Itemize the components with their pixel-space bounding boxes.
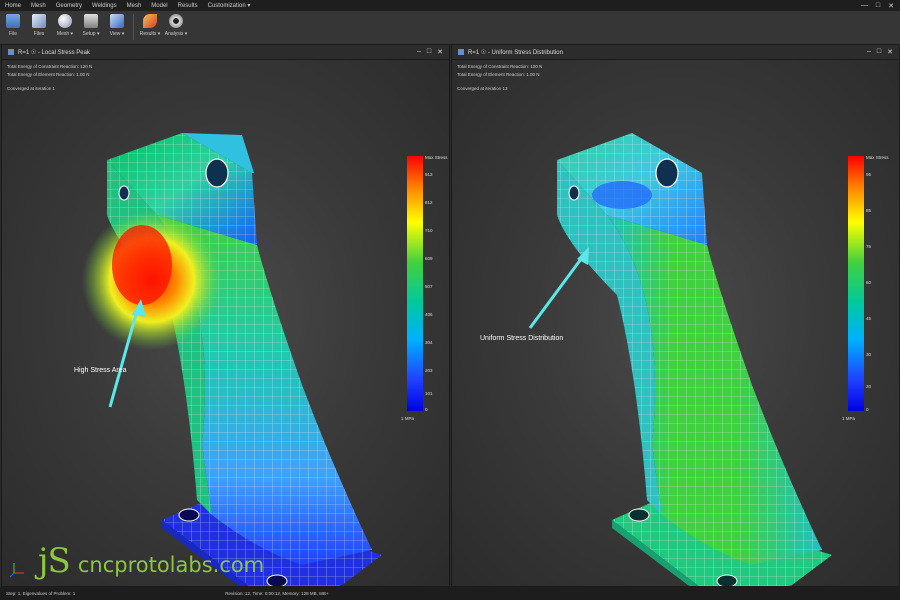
menu-customization[interactable]: Customization ▾ [203, 2, 256, 9]
cube-icon [32, 14, 46, 28]
legend-tick: 203 [425, 368, 433, 373]
legend-tick: 95 [866, 172, 872, 177]
setup-button[interactable]: Setup ▾ [78, 11, 104, 44]
analysis-button[interactable]: Analysis ▾ [163, 11, 189, 44]
watermark-js: jS [38, 541, 71, 581]
legend-tick: 609 [425, 256, 433, 261]
maximize-button[interactable]: □ [876, 2, 880, 10]
view-icon [110, 14, 124, 28]
menu-geometry[interactable]: Geometry [51, 3, 87, 9]
legend-tick: 710 [425, 228, 433, 233]
legend-color-bar [848, 156, 864, 411]
grid-icon [6, 14, 20, 28]
legend-tick: 304 [425, 340, 433, 345]
right-viewport[interactable]: R=1 ☉ - Uniform Stress Distribution – □ … [451, 44, 900, 587]
status-center: Revision: 12, Time: 0:00:12, Memory: 128… [225, 591, 329, 596]
legend-tick: 812 [425, 200, 433, 205]
legend-tick: 85 [866, 208, 872, 213]
status-left: Step: 1, Eigenvalues of Problem: 1 [6, 591, 76, 596]
sphere-icon [58, 14, 72, 28]
menu-mesh-2[interactable]: Mesh [122, 3, 147, 9]
watermark-logo: jS cncprotolabs.com [38, 541, 264, 581]
legend-tick: 20 [866, 384, 872, 389]
close-button[interactable]: ✕ [888, 2, 894, 10]
mesh-button[interactable]: Mesh ▾ [52, 11, 78, 44]
legend-unit: 1 MPa [842, 416, 856, 421]
legend-tick: 60 [866, 280, 872, 285]
file-button[interactable]: File [0, 11, 26, 44]
setup-icon [84, 14, 98, 28]
legend-tick: 406 [425, 312, 433, 317]
watermark-site: cncprotolabs.com [77, 553, 265, 577]
view-button[interactable]: View ▾ [104, 11, 130, 44]
menu-home[interactable]: Home [0, 3, 26, 9]
legend-tick: 0 [866, 407, 869, 412]
results-button[interactable]: Results ▾ [137, 11, 163, 44]
legend-tick: 913 [425, 172, 433, 177]
left-viewport[interactable]: R=1 ☉ - Local Stress Peak – □ ✕ Total En… [1, 44, 450, 587]
results-icon [143, 14, 157, 28]
legend-tick: 0 [425, 407, 428, 412]
legend-tick: 30 [866, 352, 872, 357]
minimize-button[interactable]: — [861, 2, 868, 10]
legend-tick: 75 [866, 244, 872, 249]
uniform-stress-callout: Uniform Stress Distribution [480, 335, 564, 342]
menu-weldings[interactable]: Weldings [87, 3, 122, 9]
legend-tick: 45 [866, 316, 872, 321]
ribbon-divider [133, 14, 134, 40]
gear-icon [169, 14, 183, 28]
status-bar: Step: 1, Eigenvalues of Problem: 1 Revis… [0, 587, 900, 600]
legend-tick: 507 [425, 284, 433, 289]
high-stress-callout: High Stress Area [74, 367, 127, 374]
legend-title: Max Stress [425, 155, 448, 160]
menu-model[interactable]: Model [146, 3, 172, 9]
ribbon-toolbar: File Files Mesh ▾ Setup ▾ View ▾ Results… [0, 11, 900, 45]
legend-unit: 1 MPa [401, 416, 415, 421]
legend-tick: 101 [425, 391, 433, 396]
menu-mesh[interactable]: Mesh [26, 3, 51, 9]
menu-results[interactable]: Results [173, 3, 203, 9]
legend-color-bar [407, 156, 423, 411]
legend-title: Max Stress [866, 155, 889, 160]
menu-bar: Home Mesh Geometry Weldings Mesh Model R… [0, 0, 900, 11]
left-stress-model[interactable] [2, 45, 449, 586]
left-stress-legend: Max Stress 913 812 710 609 507 406 304 2… [401, 155, 449, 436]
files-button[interactable]: Files [26, 11, 52, 44]
right-stress-model[interactable] [452, 45, 899, 586]
right-stress-legend: Max Stress 95 85 75 60 45 30 20 0 1 MPa [842, 155, 899, 436]
